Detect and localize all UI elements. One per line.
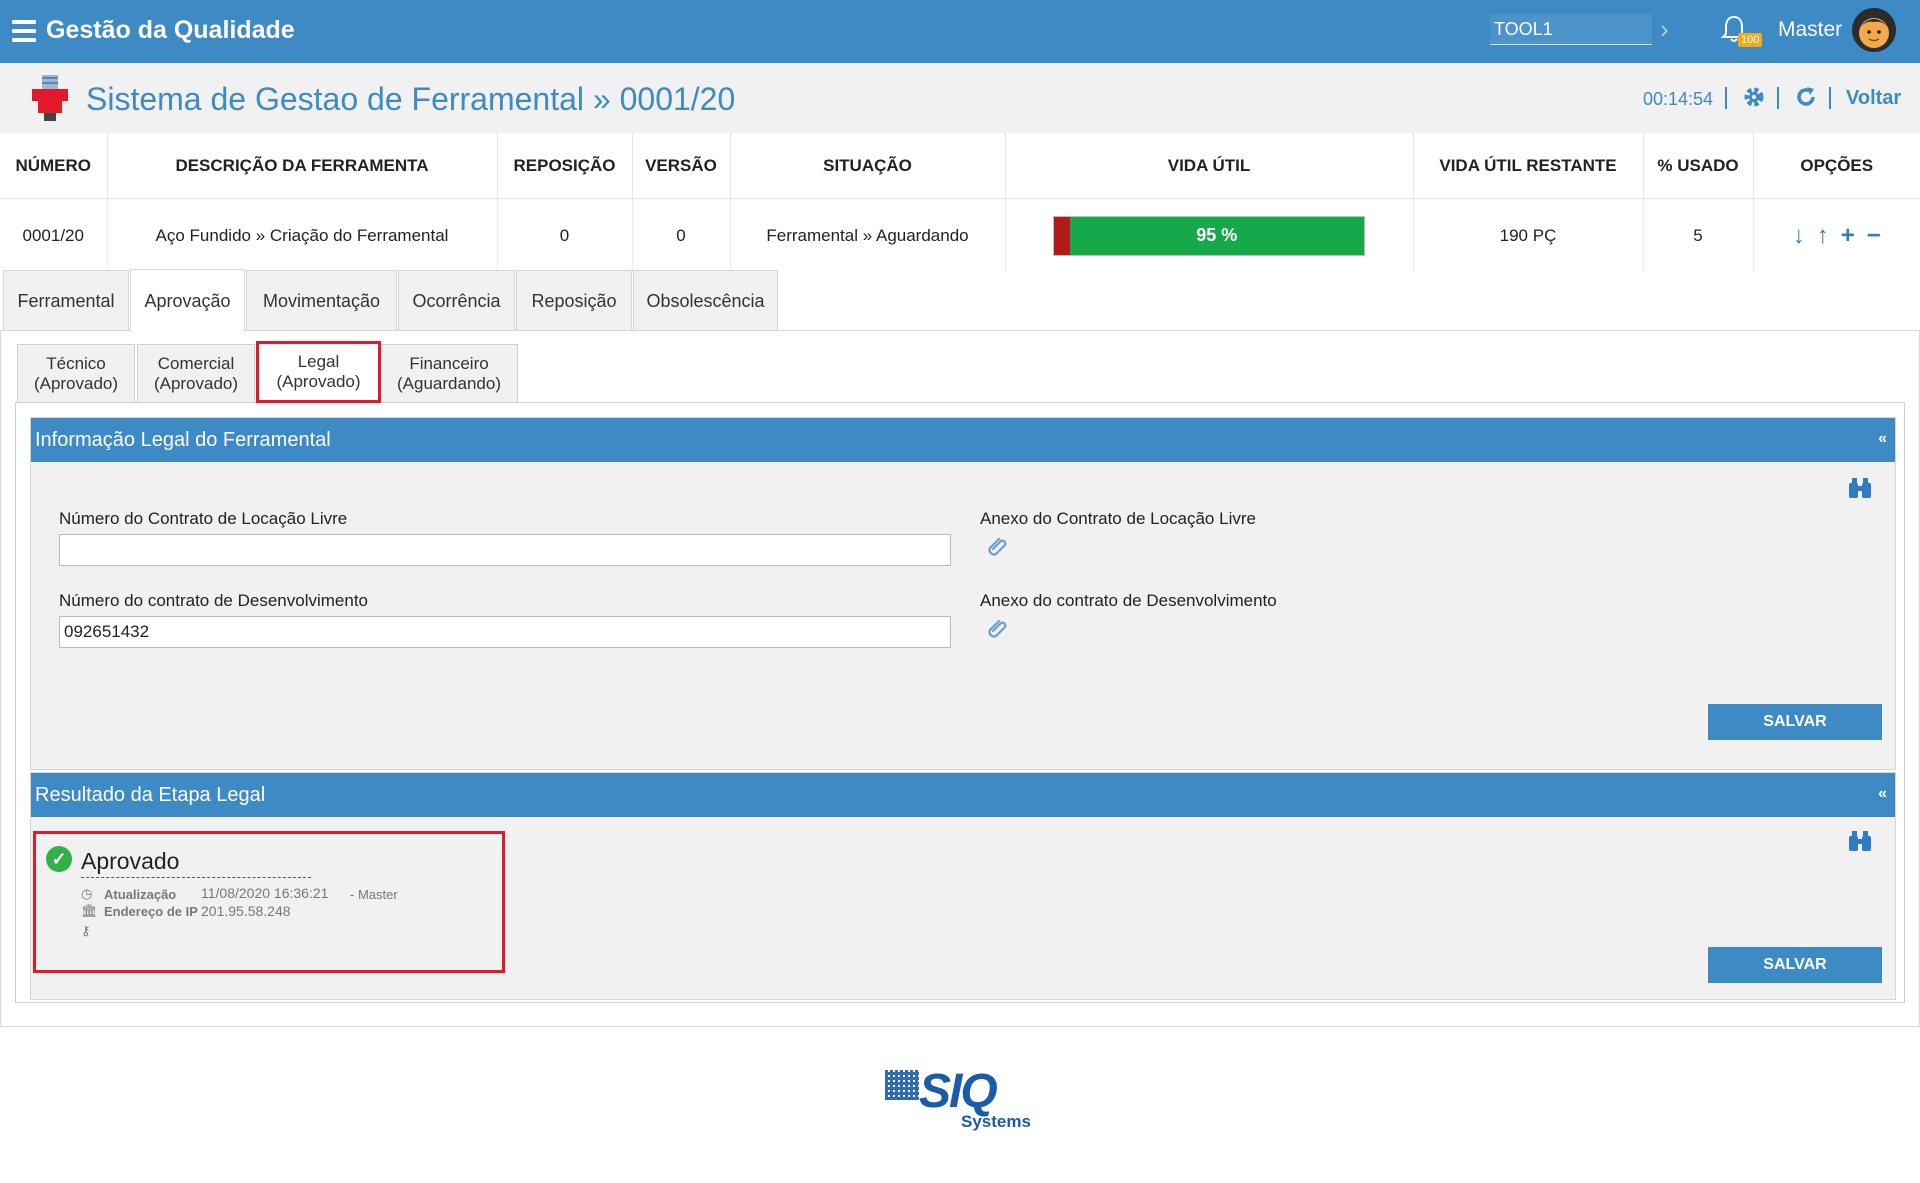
hamburger-menu-icon[interactable] bbox=[12, 20, 36, 42]
tab-obsolescencia[interactable]: Obsolescência bbox=[633, 270, 778, 331]
avatar[interactable] bbox=[1852, 8, 1896, 52]
cell-descricao: Aço Fundido » Criação do Ferramental bbox=[107, 198, 498, 272]
tab-aprovacao[interactable]: Aprovação bbox=[130, 269, 245, 332]
col-header-usado: % USADO bbox=[1643, 133, 1754, 199]
subtab-financeiro[interactable]: Financeiro (Aguardando) bbox=[380, 344, 518, 403]
section-title: Resultado da Etapa Legal bbox=[35, 783, 266, 806]
anexo-desenv-label: Anexo do contrato de Desenvolvimento bbox=[980, 591, 1277, 610]
check-circle-icon: ✓ bbox=[46, 846, 72, 872]
clock-icon: ◷ bbox=[81, 886, 93, 901]
page-title: Sistema de Gestao de Ferramental » 0001/… bbox=[86, 81, 736, 117]
col-header-descricao: DESCRIÇÃO DA FERRAMENTA bbox=[107, 133, 498, 199]
save-button[interactable]: SALVAR bbox=[1708, 947, 1882, 983]
gear-icon[interactable] bbox=[1742, 85, 1766, 109]
paperclip-icon[interactable] bbox=[986, 534, 1010, 558]
refresh-icon[interactable] bbox=[1794, 85, 1818, 109]
cell-opcoes: ↓ ↑ + − bbox=[1753, 199, 1920, 273]
subtab-legal[interactable]: Legal (Aprovado) bbox=[256, 341, 381, 403]
plus-icon[interactable]: + bbox=[1841, 222, 1855, 250]
arrow-down-icon[interactable]: ↓ bbox=[1793, 222, 1805, 250]
back-link[interactable]: Voltar bbox=[1846, 87, 1901, 110]
anexo-locacao-label: Anexo do Contrato de Locação Livre bbox=[980, 509, 1256, 528]
table-header-row: NÚMERO DESCRIÇÃO DA FERRAMENTA REPOSIÇÃO… bbox=[0, 133, 1920, 199]
logo-text: SIQ bbox=[919, 1065, 998, 1118]
vida-util-remaining-fill: 95 % bbox=[1069, 216, 1364, 255]
subtab-label: Técnico bbox=[46, 354, 106, 373]
subtab-tecnico[interactable]: Técnico (Aprovado) bbox=[17, 344, 135, 403]
subtab-status: (Aprovado) bbox=[153, 374, 239, 393]
result-status-box: ✓ Aprovado ◷ Atualização 11/08/2020 16:3… bbox=[33, 831, 505, 973]
arrow-up-icon[interactable]: ↑ bbox=[1817, 222, 1829, 250]
cell-vida-util-restante: 190 PÇ bbox=[1413, 198, 1644, 272]
vida-util-used-fill bbox=[1054, 216, 1070, 255]
subtab-status: (Aguardando) bbox=[397, 374, 501, 393]
paperclip-icon[interactable] bbox=[986, 616, 1010, 640]
tab-ocorrencia[interactable]: Ocorrência bbox=[398, 270, 515, 331]
cell-numero: 0001/20 bbox=[0, 198, 108, 272]
binoculars-icon[interactable] bbox=[1849, 831, 1871, 851]
col-header-situacao: SITUAÇÃO bbox=[730, 133, 1006, 199]
section-title: Informação Legal do Ferramental bbox=[35, 428, 331, 451]
divider bbox=[1777, 87, 1779, 109]
tab-ferramental[interactable]: Ferramental bbox=[3, 270, 129, 331]
tab-reposicao[interactable]: Reposição bbox=[516, 270, 632, 331]
cell-reposicao: 0 bbox=[497, 198, 633, 272]
legal-info-header[interactable]: Informação Legal do Ferramental « bbox=[31, 418, 1895, 462]
divider bbox=[1829, 87, 1831, 109]
subtab-label: Financeiro bbox=[409, 354, 489, 373]
app-title: Gestão da Qualidade bbox=[46, 16, 295, 44]
ip-value: 201.95.58.248 bbox=[201, 903, 291, 919]
logo-subtext: Systems bbox=[961, 1112, 1031, 1131]
subtab-comercial[interactable]: Comercial (Aprovado) bbox=[137, 344, 255, 403]
result-status[interactable]: Aprovado bbox=[81, 848, 311, 878]
col-header-vida-util-restante: VIDA ÚTIL RESTANTE bbox=[1413, 133, 1644, 199]
chevron-right-icon[interactable]: › bbox=[1660, 14, 1669, 45]
page-header: Sistema de Gestao de Ferramental » 0001/… bbox=[0, 63, 1920, 133]
tab-movimentacao[interactable]: Movimentação bbox=[246, 270, 397, 331]
key-icon: ⚷ bbox=[81, 923, 91, 938]
update-value: 11/08/2020 16:36:21 bbox=[201, 885, 329, 901]
collapse-icon[interactable]: « bbox=[1878, 430, 1887, 448]
binoculars-icon[interactable] bbox=[1849, 478, 1871, 498]
user-name[interactable]: Master bbox=[1778, 18, 1842, 42]
vida-util-progress-bar: 95 % bbox=[1053, 215, 1365, 256]
notification-badge: 100 bbox=[1738, 33, 1763, 47]
table-row: 0001/20 Aço Fundido » Criação do Ferrame… bbox=[0, 198, 1920, 273]
divider bbox=[1725, 87, 1727, 109]
subtab-label: Legal bbox=[297, 352, 340, 371]
contrato-desenv-label: Número do contrato de Desenvolvimento bbox=[59, 591, 368, 610]
contrato-locacao-label: Número do Contrato de Locação Livre bbox=[59, 509, 348, 528]
col-header-reposicao: REPOSIÇÃO bbox=[497, 133, 633, 199]
cell-situacao: Ferramental » Aguardando bbox=[730, 198, 1006, 272]
collapse-icon[interactable]: « bbox=[1878, 785, 1887, 803]
col-header-versao: VERSÃO bbox=[632, 133, 731, 199]
cell-usado: 5 bbox=[1643, 198, 1754, 272]
contrato-locacao-input[interactable] bbox=[59, 534, 951, 566]
session-timer: 00:14:54 bbox=[1643, 89, 1714, 109]
col-header-opcoes: OPÇÕES bbox=[1753, 133, 1920, 199]
result-header[interactable]: Resultado da Etapa Legal « bbox=[31, 773, 1895, 817]
update-user: - Master bbox=[350, 887, 398, 902]
tool-logo-icon bbox=[32, 75, 68, 121]
cell-vida-util: 95 % bbox=[1005, 198, 1414, 272]
bank-icon: 🏛 bbox=[81, 903, 98, 918]
tool-input[interactable] bbox=[1490, 14, 1652, 45]
logo-grid-mark bbox=[885, 1070, 919, 1100]
contrato-desenv-input[interactable] bbox=[59, 616, 951, 648]
col-header-vida-util: VIDA ÚTIL bbox=[1005, 133, 1414, 199]
ip-label: Endereço de IP bbox=[104, 904, 198, 919]
tool-info-table: NÚMERO DESCRIÇÃO DA FERRAMENTA REPOSIÇÃO… bbox=[0, 133, 1920, 272]
top-bar: Gestão da Qualidade › 100 Master bbox=[0, 0, 1920, 63]
col-header-numero: NÚMERO bbox=[0, 133, 108, 199]
legal-info-panel: Informação Legal do Ferramental « Número… bbox=[30, 417, 1896, 770]
subtab-status: (Aprovado) bbox=[33, 374, 119, 393]
save-button[interactable]: SALVAR bbox=[1708, 704, 1882, 740]
minus-icon[interactable]: − bbox=[1867, 222, 1881, 250]
subtab-label: Comercial bbox=[157, 354, 235, 373]
cell-versao: 0 bbox=[632, 198, 731, 272]
subtab-status: (Aprovado) bbox=[276, 372, 361, 391]
update-label: Atualização bbox=[104, 887, 177, 902]
